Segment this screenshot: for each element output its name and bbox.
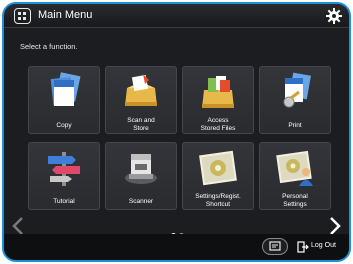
tile-label: Personal Settings — [282, 193, 308, 208]
tile-label: Copy — [56, 122, 72, 129]
next-page-arrow-icon[interactable] — [329, 217, 341, 235]
device-screen: Main Menu Select a function. Copy Scan a… — [2, 2, 351, 262]
instruction-text: Select a function. — [20, 42, 78, 51]
header-bar: Main Menu — [4, 4, 349, 28]
logout-icon — [297, 241, 309, 253]
scanner-tile[interactable]: Scanner — [105, 142, 177, 210]
scan-store-icon — [119, 72, 163, 112]
settings-regist-shortcut-tile[interactable]: Settings/Regist. Shortcut — [182, 142, 254, 210]
personal-settings-icon — [273, 148, 317, 188]
scanner-icon — [119, 148, 163, 188]
copy-tile[interactable]: Copy — [28, 66, 100, 134]
footer-bar: Log Out — [4, 234, 349, 260]
logout-button[interactable]: Log Out — [297, 240, 341, 254]
tile-label: Print — [288, 122, 302, 129]
page-title: Main Menu — [38, 9, 93, 21]
tutorial-tile[interactable]: Tutorial — [28, 142, 100, 210]
personal-settings-tile[interactable]: Personal Settings — [259, 142, 331, 210]
settings-shortcut-icon — [196, 148, 240, 188]
tutorial-signpost-icon — [42, 148, 86, 188]
tile-label: Scanner — [128, 198, 154, 205]
main-area: Select a function. Copy Scan and Store A… — [4, 28, 349, 238]
print-tile[interactable]: Print — [259, 66, 331, 134]
logout-label: Log Out — [311, 242, 336, 249]
access-files-icon — [196, 72, 240, 112]
function-grid: Copy Scan and Store Access Stored Files … — [28, 66, 332, 210]
gear-icon[interactable] — [325, 7, 343, 25]
access-stored-files-tile[interactable]: Access Stored Files — [182, 66, 254, 134]
tile-label: Scan and Store — [127, 117, 155, 132]
previous-page-arrow-icon[interactable] — [12, 217, 24, 235]
copy-icon — [42, 72, 86, 112]
print-icon — [273, 72, 317, 112]
tile-label: Settings/Regist. Shortcut — [195, 193, 241, 208]
scan-and-store-tile[interactable]: Scan and Store — [105, 66, 177, 134]
home-icon[interactable] — [14, 8, 31, 24]
tile-label: Access Stored Files — [200, 117, 236, 132]
tile-label: Tutorial — [53, 198, 75, 205]
status-monitor-button[interactable] — [262, 238, 288, 255]
